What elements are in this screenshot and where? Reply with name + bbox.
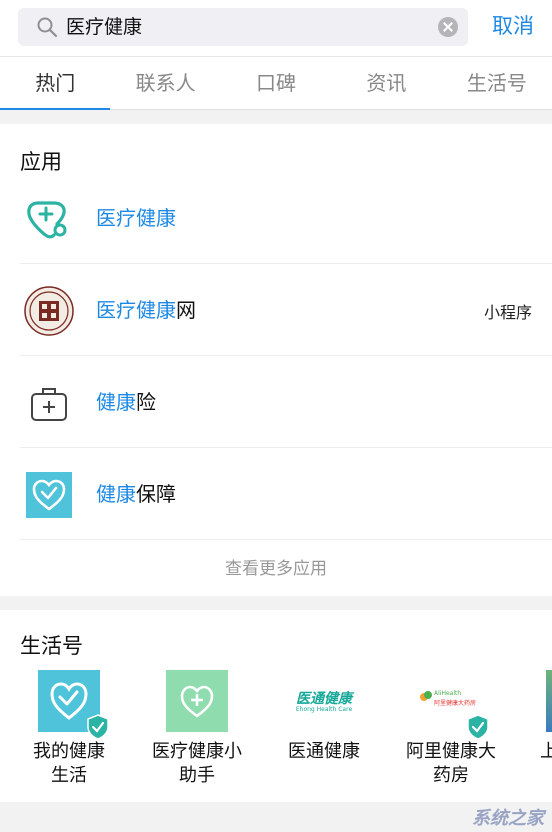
account-name-line1: 阿里健康大 <box>406 741 496 762</box>
account-name-line2: 药房 <box>433 765 469 786</box>
app-item-health-insurance[interactable]: 健康险 <box>20 356 552 448</box>
life-account-medical-assistant[interactable]: 医疗健康小 助手 <box>138 670 256 798</box>
watermark-text: 系统之家 <box>472 808 544 829</box>
search-icon <box>37 17 58 38</box>
app-name-highlight: 健康 <box>96 482 136 506</box>
life-section-title: 生活号 <box>20 634 83 658</box>
cancel-button[interactable]: 取消 <box>492 12 534 40</box>
app-item-medical-health[interactable]: 医疗健康 <box>20 172 552 264</box>
tab-contacts[interactable]: 联系人 <box>110 57 220 109</box>
ali-logo-text: 阿里健康大药房 <box>434 700 477 707</box>
verified-badge-icon <box>467 714 489 740</box>
app-name-highlight: 医疗健康 <box>96 298 176 322</box>
more-apps-button[interactable]: 查看更多应用 <box>0 542 552 596</box>
account-name-line2: 助手 <box>179 765 215 786</box>
seal-logo <box>24 286 74 336</box>
app-name-highlight: 健康 <box>96 390 136 414</box>
yitong-logo-text: 医通健康 <box>296 691 352 707</box>
account-name-line1: 医通健康 <box>288 741 360 762</box>
life-account-yitong-health[interactable]: 医通健康 Ehong Health Care 医通健康 <box>265 670 383 798</box>
app-item-health-protection[interactable]: 健康保障 <box>20 448 552 540</box>
app-name-rest: 险 <box>136 390 156 414</box>
account-name-line1: 医疗健康小 <box>152 741 242 762</box>
tab-news[interactable]: 资讯 <box>331 57 441 109</box>
search-input[interactable]: 医疗健康 <box>18 8 468 46</box>
heart-shield-icon <box>26 472 72 518</box>
life-account-ali-pharmacy[interactable]: AliHealth 阿里健康大药房 阿里健康大 药房 <box>392 670 510 798</box>
clear-icon[interactable] <box>438 17 458 37</box>
app-name-highlight: 医疗健康 <box>96 206 176 230</box>
account-name-line1: 我的健康 <box>33 741 105 762</box>
leaf-logo-icon <box>420 691 432 701</box>
app-name-rest: 网 <box>176 298 196 322</box>
account-name-line1: 上 <box>540 741 552 762</box>
life-accounts-section: 生活号 我的健康 生活 医疗健康小 助手 医通健康 Ehong Health C… <box>0 610 552 802</box>
mint-heart-logo <box>166 670 228 732</box>
search-query-text: 医疗健康 <box>66 16 143 38</box>
life-account-partial[interactable]: 上 <box>518 670 552 798</box>
tab-life-accounts[interactable]: 生活号 <box>442 57 552 109</box>
account-name-line2: 生活 <box>51 765 87 786</box>
medical-kit-icon <box>31 388 67 421</box>
tab-hot[interactable]: 热门 <box>0 57 111 110</box>
verified-badge-icon <box>87 714 109 740</box>
apps-section: 应用 医疗健康 医疗健康网 小程序 健康险 健康保障 查看更多应用 <box>0 124 552 596</box>
tab-koubei[interactable]: 口碑 <box>221 57 331 109</box>
app-name-rest: 保障 <box>136 482 176 506</box>
ali-logo-sub: AliHealth <box>434 690 462 697</box>
app-item-medical-health-web[interactable]: 医疗健康网 小程序 <box>20 264 552 356</box>
stethoscope-icon <box>27 201 67 239</box>
yitong-logo-sub: Ehong Health Care <box>295 706 353 713</box>
partial-logo <box>546 670 552 732</box>
category-tabs: 热门 联系人 口碑 资讯 生活号 <box>0 56 552 110</box>
search-bar: 医疗健康 取消 <box>0 0 552 56</box>
life-account-my-health[interactable]: 我的健康 生活 <box>10 670 128 798</box>
mini-program-tag: 小程序 <box>483 303 532 322</box>
